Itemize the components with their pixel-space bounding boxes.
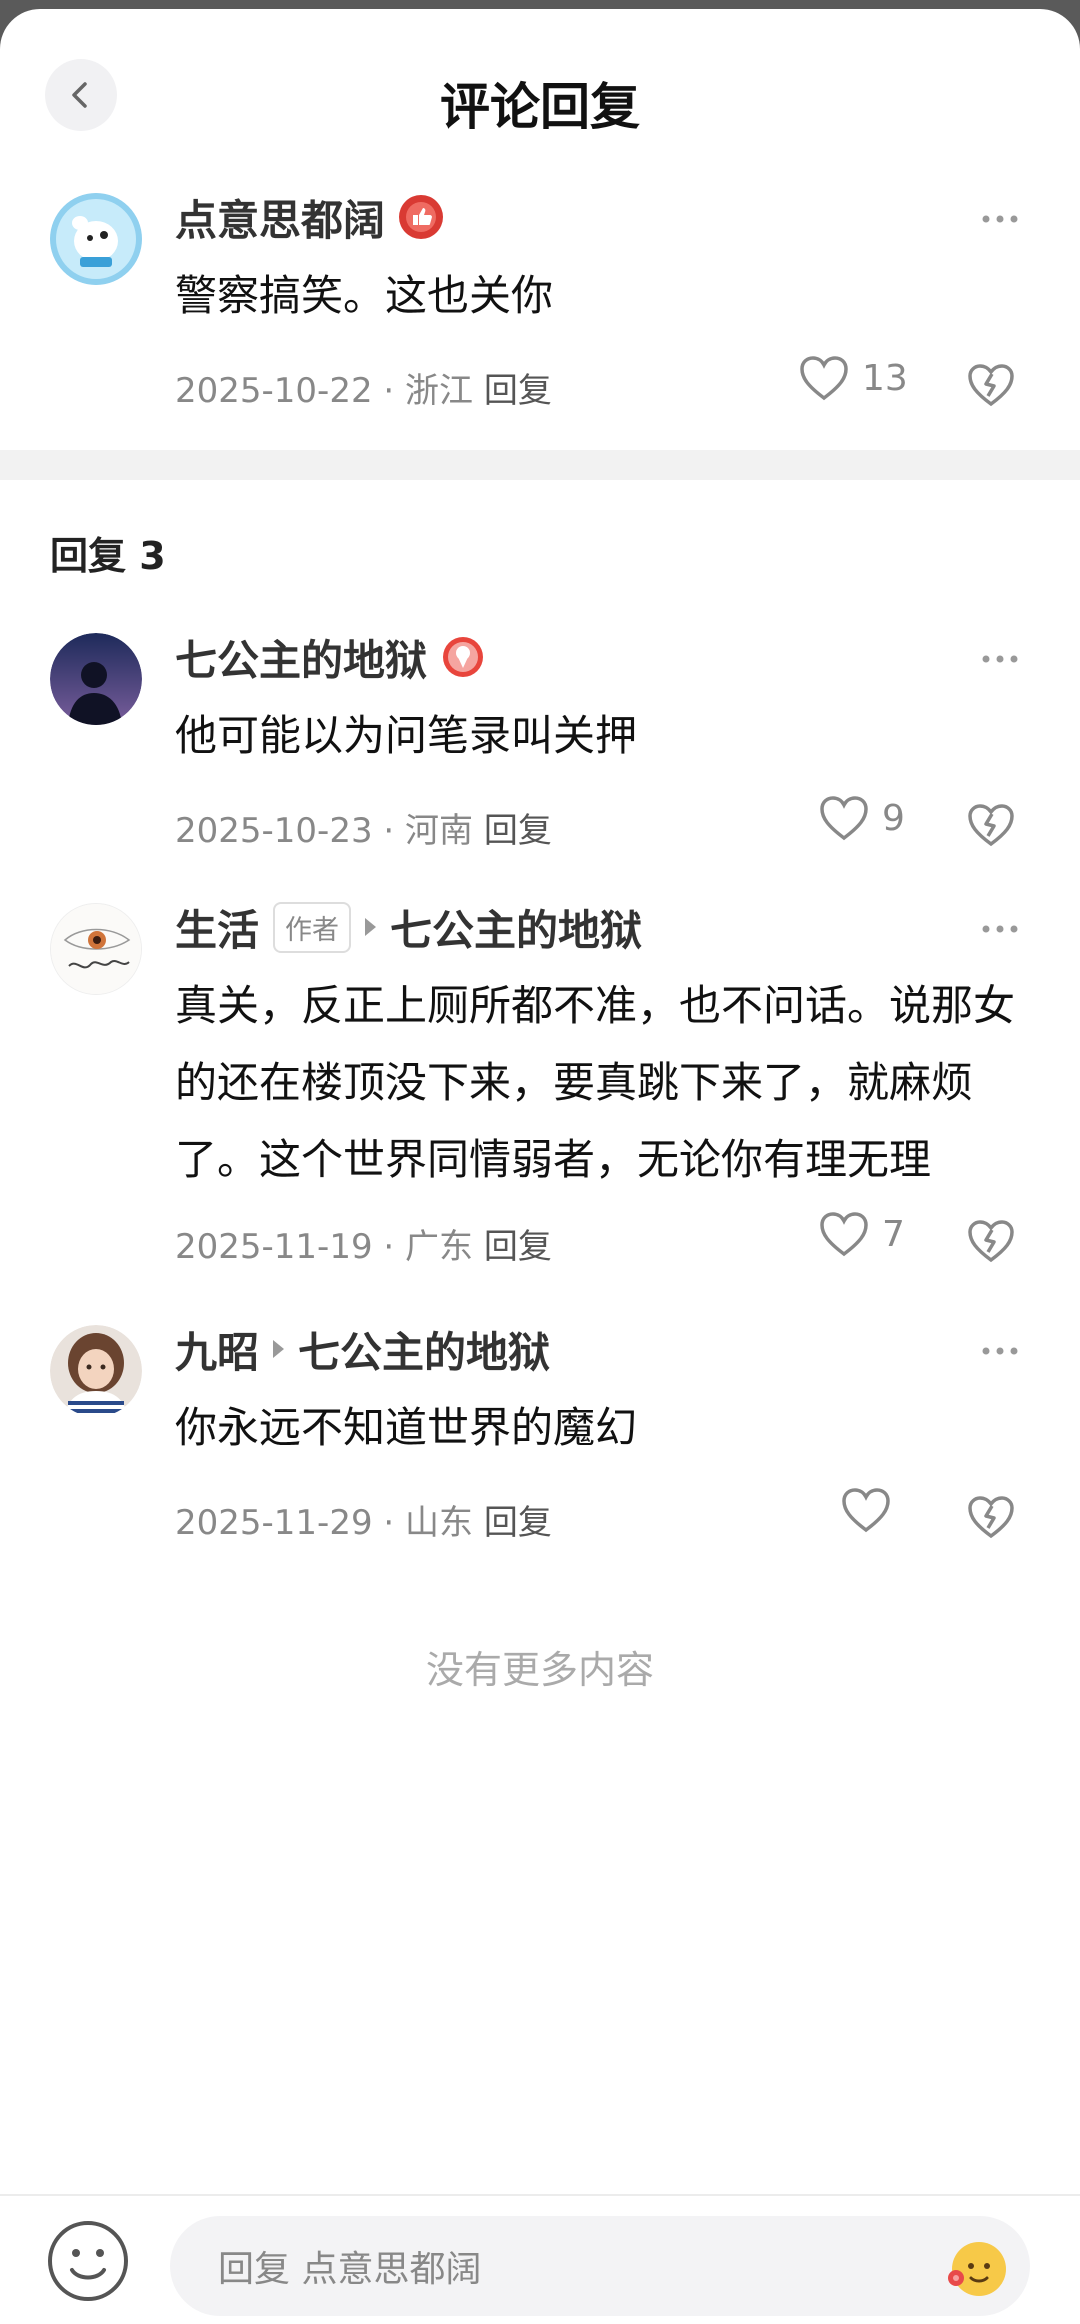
dislike-button[interactable]: [963, 797, 1019, 853]
header: 评论回复: [0, 9, 1080, 179]
like-button[interactable]: [840, 1486, 904, 1534]
comment-location: 广东: [405, 1227, 474, 1267]
author-tag: 作者: [273, 901, 352, 953]
comment-location: 山东: [405, 1503, 474, 1543]
comment-text: 警察搞笑。这也关你: [175, 271, 554, 320]
thumbs-up-badge-icon: [399, 195, 444, 239]
heart-outline-icon: [800, 356, 848, 401]
smiley-face-icon: [48, 2221, 128, 2301]
like-count: 9: [882, 797, 905, 839]
author-row: 生活 作者 七公主的地狱: [175, 897, 642, 957]
heart-outline-icon: [842, 1488, 890, 1533]
more-dots-icon: [982, 925, 1018, 933]
author-name[interactable]: 点意思都阔: [175, 187, 385, 248]
eye-sketch-avatar-icon: [51, 904, 141, 994]
author-name[interactable]: 七公主的地狱: [175, 627, 427, 688]
replies-count-title: 回复 3: [50, 534, 166, 578]
avatar[interactable]: [50, 1325, 142, 1417]
dislike-button[interactable]: [963, 1489, 1019, 1545]
author-row: 九昭 七公主的地狱: [175, 1319, 550, 1379]
dislike-button[interactable]: [963, 1213, 1019, 1269]
broken-heart-icon: [968, 1220, 1014, 1263]
no-more-content-text: 没有更多内容: [425, 1648, 654, 1692]
reply-arrow-icon: [365, 918, 377, 936]
comment-location: 浙江: [405, 371, 474, 411]
bottom-reply-bar: 回复 点意思都阔: [0, 2194, 1080, 2324]
more-options-button[interactable]: [970, 1331, 1030, 1371]
author-row: 点意思都阔: [175, 187, 444, 248]
emoji-button[interactable]: [45, 2218, 131, 2304]
comment-date: 2025-10-23: [175, 811, 373, 851]
comment-date: 2025-10-22: [175, 371, 373, 411]
broken-heart-icon: [968, 364, 1014, 407]
more-options-button[interactable]: [970, 639, 1030, 679]
author-name[interactable]: 九昭: [175, 1319, 259, 1380]
like-button[interactable]: 13: [798, 354, 908, 402]
comment-location: 河南: [405, 811, 474, 851]
comment-meta: 2025-11-29 · 山东 回复: [175, 1503, 552, 1543]
author-row: 七公主的地狱: [175, 627, 485, 687]
silhouette-avatar-icon: [50, 633, 142, 725]
like-button[interactable]: 7: [818, 1210, 905, 1258]
reply-arrow-icon: [273, 1340, 285, 1358]
like-count: 7: [882, 1213, 905, 1255]
page-title: 评论回复: [440, 78, 640, 136]
reply-link[interactable]: 回复: [484, 1503, 552, 1543]
like-button[interactable]: 9: [818, 794, 905, 842]
sticker-emoji-icon[interactable]: [944, 2234, 1010, 2300]
more-options-button[interactable]: [970, 199, 1030, 239]
more-dots-icon: [982, 1347, 1018, 1355]
more-options-button[interactable]: [970, 909, 1030, 949]
child-photo-avatar-icon: [50, 1325, 142, 1417]
bear-avatar-icon: [50, 193, 142, 285]
comment-text: 真关，反正上厕所都不准，也不问话。说那女的还在楼顶没下来，要真跳下来了，就麻烦了…: [175, 981, 1016, 1184]
reply-input[interactable]: 回复 点意思都阔: [170, 2216, 1030, 2316]
broken-heart-icon: [968, 1496, 1014, 1539]
heart-outline-icon: [820, 796, 868, 841]
avatar[interactable]: [50, 903, 142, 995]
section-divider: [0, 450, 1080, 480]
comment-meta: 2025-11-19 · 广东 回复: [175, 1227, 552, 1267]
like-count: 13: [862, 357, 908, 399]
reply-link[interactable]: 回复: [484, 1227, 552, 1267]
comment-date: 2025-11-19: [175, 1227, 373, 1267]
more-dots-icon: [982, 215, 1018, 223]
avatar[interactable]: [50, 633, 142, 725]
reply-to-name[interactable]: 七公主的地狱: [390, 897, 642, 958]
comment-text: 你永远不知道世界的魔幻: [175, 1403, 638, 1452]
broken-heart-icon: [968, 804, 1014, 847]
comment-reply-sheet: 评论回复 点意思都阔 警察搞笑。这也关你 2025-10-22 · 浙江 回复 …: [0, 9, 1080, 2324]
heart-outline-icon: [820, 1212, 868, 1257]
author-name[interactable]: 生活: [175, 897, 259, 958]
comment-meta: 2025-10-22 · 浙江 回复: [175, 371, 552, 411]
ice-cream-badge-icon: [441, 635, 485, 679]
comment-text: 他可能以为问笔录叫关押: [175, 711, 638, 760]
more-dots-icon: [982, 655, 1018, 663]
comment-meta: 2025-10-23 · 河南 回复: [175, 811, 552, 851]
comment-date: 2025-11-29: [175, 1503, 373, 1543]
avatar[interactable]: [50, 193, 142, 285]
reply-to-name[interactable]: 七公主的地狱: [298, 1319, 550, 1380]
reply-link[interactable]: 回复: [484, 371, 552, 411]
reply-link[interactable]: 回复: [484, 811, 552, 851]
dislike-button[interactable]: [963, 357, 1019, 413]
reply-input-placeholder: 回复 点意思都阔: [218, 2249, 482, 2290]
